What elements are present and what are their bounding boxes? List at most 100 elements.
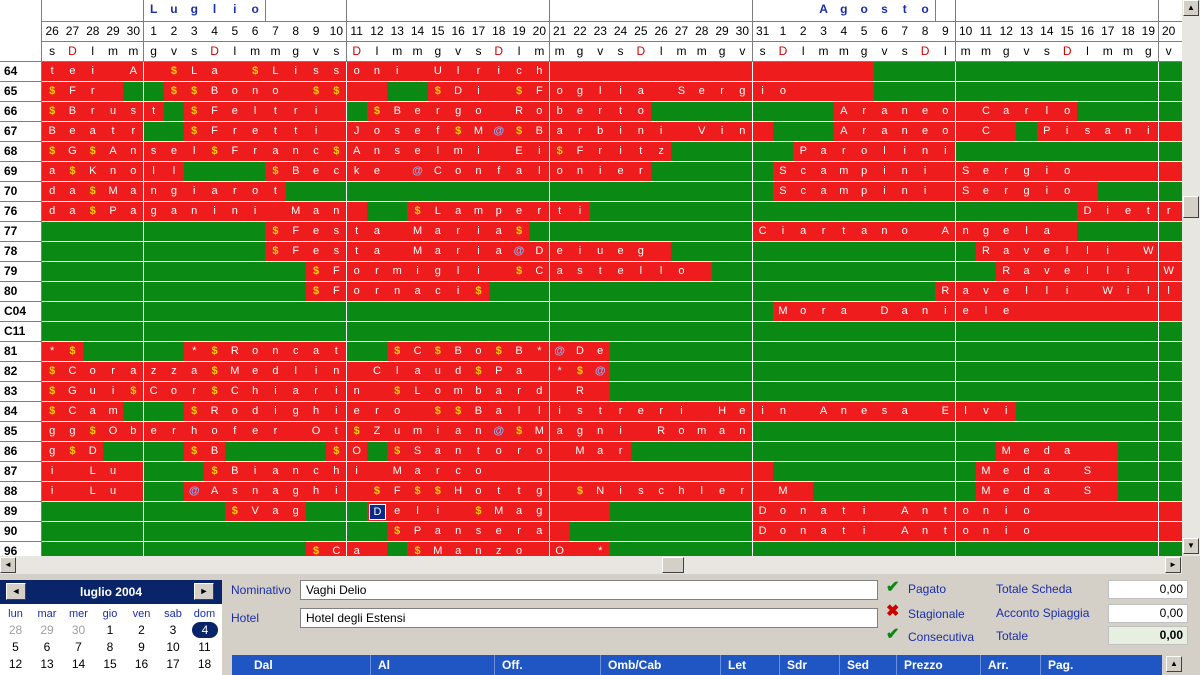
- booked-cell[interactable]: [1077, 282, 1099, 302]
- free-cell[interactable]: [82, 522, 104, 542]
- free-cell[interactable]: [793, 362, 815, 382]
- booked-cell[interactable]: A: [894, 522, 916, 542]
- booked-cell[interactable]: n: [630, 122, 652, 142]
- free-cell[interactable]: [1057, 422, 1079, 442]
- booked-cell[interactable]: R: [975, 242, 998, 262]
- free-cell[interactable]: [793, 342, 815, 362]
- booked-cell[interactable]: d: [529, 382, 551, 402]
- free-cell[interactable]: [935, 342, 957, 362]
- free-cell[interactable]: [143, 302, 165, 322]
- free-cell[interactable]: [935, 542, 957, 556]
- free-cell[interactable]: [914, 482, 937, 502]
- booked-cell[interactable]: a: [427, 442, 449, 462]
- booked-cell[interactable]: o: [346, 62, 368, 82]
- free-cell[interactable]: [671, 442, 693, 462]
- booked-cell[interactable]: o: [448, 162, 470, 182]
- booked-cell[interactable]: u: [102, 462, 125, 482]
- booked-cell[interactable]: r: [427, 102, 449, 122]
- free-cell[interactable]: [163, 502, 186, 522]
- booked-cell[interactable]: $: [366, 102, 389, 122]
- free-cell[interactable]: [874, 202, 896, 222]
- free-cell[interactable]: [894, 382, 916, 402]
- free-cell[interactable]: [326, 502, 348, 522]
- free-cell[interactable]: [1158, 222, 1180, 242]
- free-cell[interactable]: [529, 182, 551, 202]
- free-cell[interactable]: [224, 522, 246, 542]
- free-cell[interactable]: [285, 282, 307, 302]
- booked-cell[interactable]: a: [549, 122, 571, 142]
- booked-cell[interactable]: [1057, 462, 1079, 482]
- free-cell[interactable]: [651, 182, 673, 202]
- booked-cell[interactable]: i: [610, 482, 632, 502]
- booked-cell[interactable]: m: [448, 142, 470, 162]
- booked-cell[interactable]: B: [204, 82, 226, 102]
- booked-cell[interactable]: l: [691, 482, 713, 502]
- booked-cell[interactable]: i: [305, 122, 328, 142]
- booked-cell[interactable]: a: [123, 362, 145, 382]
- booked-cell[interactable]: a: [488, 402, 510, 422]
- booked-cell[interactable]: r: [305, 382, 328, 402]
- booked-cell[interactable]: e: [407, 122, 429, 142]
- free-cell[interactable]: [833, 482, 855, 502]
- booked-cell[interactable]: n: [914, 302, 937, 322]
- free-cell[interactable]: [1036, 422, 1058, 442]
- free-cell[interactable]: [346, 322, 368, 342]
- free-cell[interactable]: [387, 322, 409, 342]
- free-cell[interactable]: [935, 462, 957, 482]
- free-cell[interactable]: [1158, 62, 1180, 82]
- free-cell[interactable]: [468, 322, 490, 342]
- free-cell[interactable]: [285, 322, 307, 342]
- scroll-down-icon[interactable]: ▼: [1183, 538, 1199, 554]
- booked-cell[interactable]: G: [62, 142, 84, 162]
- booked-cell[interactable]: R: [508, 102, 531, 122]
- booked-cell[interactable]: z: [143, 362, 165, 382]
- booked-cell[interactable]: F: [62, 82, 84, 102]
- free-cell[interactable]: [752, 262, 774, 282]
- booked-cell[interactable]: [549, 62, 571, 82]
- booked-cell[interactable]: s: [387, 122, 409, 142]
- free-cell[interactable]: [1138, 342, 1160, 362]
- booked-cell[interactable]: r: [651, 402, 673, 422]
- booked-cell[interactable]: o: [772, 82, 795, 102]
- booked-cell[interactable]: n: [245, 82, 267, 102]
- booked-cell[interactable]: s: [224, 482, 246, 502]
- booked-cell[interactable]: e: [143, 422, 165, 442]
- booked-cell[interactable]: n: [468, 422, 490, 442]
- free-cell[interactable]: [82, 282, 104, 302]
- free-cell[interactable]: [996, 62, 1018, 82]
- booked-cell[interactable]: n: [245, 482, 267, 502]
- booked-cell[interactable]: [1057, 502, 1079, 522]
- free-cell[interactable]: [1036, 142, 1058, 162]
- free-cell[interactable]: [793, 382, 815, 402]
- calendar-day[interactable]: 16: [126, 656, 157, 672]
- booked-cell[interactable]: l: [529, 162, 551, 182]
- free-cell[interactable]: [671, 182, 693, 202]
- free-cell[interactable]: [1016, 542, 1038, 556]
- row-label[interactable]: 84: [0, 402, 42, 422]
- free-cell[interactable]: [651, 342, 673, 362]
- booked-cell[interactable]: e: [62, 62, 84, 82]
- booked-cell[interactable]: [123, 462, 145, 482]
- booked-cell[interactable]: $: [42, 362, 64, 382]
- free-cell[interactable]: [711, 442, 734, 462]
- free-cell[interactable]: [529, 222, 551, 242]
- booked-cell[interactable]: o: [346, 262, 368, 282]
- booked-cell[interactable]: a: [163, 202, 186, 222]
- booked-cell[interactable]: R: [996, 262, 1018, 282]
- booked-cell[interactable]: a: [204, 62, 226, 82]
- free-cell[interactable]: [123, 222, 145, 242]
- free-cell[interactable]: [387, 542, 409, 556]
- free-cell[interactable]: [711, 102, 734, 122]
- free-cell[interactable]: [874, 82, 896, 102]
- calendar-day[interactable]: 29: [32, 622, 63, 638]
- free-cell[interactable]: [1016, 362, 1038, 382]
- free-cell[interactable]: [1117, 182, 1140, 202]
- free-cell[interactable]: [387, 302, 409, 322]
- booked-cell[interactable]: l: [1057, 242, 1079, 262]
- booked-cell[interactable]: o: [671, 422, 693, 442]
- free-cell[interactable]: [346, 102, 368, 122]
- free-cell[interactable]: [772, 142, 795, 162]
- free-cell[interactable]: [1097, 342, 1119, 362]
- booked-cell[interactable]: $: [488, 342, 510, 362]
- booked-cell[interactable]: $: [265, 242, 287, 262]
